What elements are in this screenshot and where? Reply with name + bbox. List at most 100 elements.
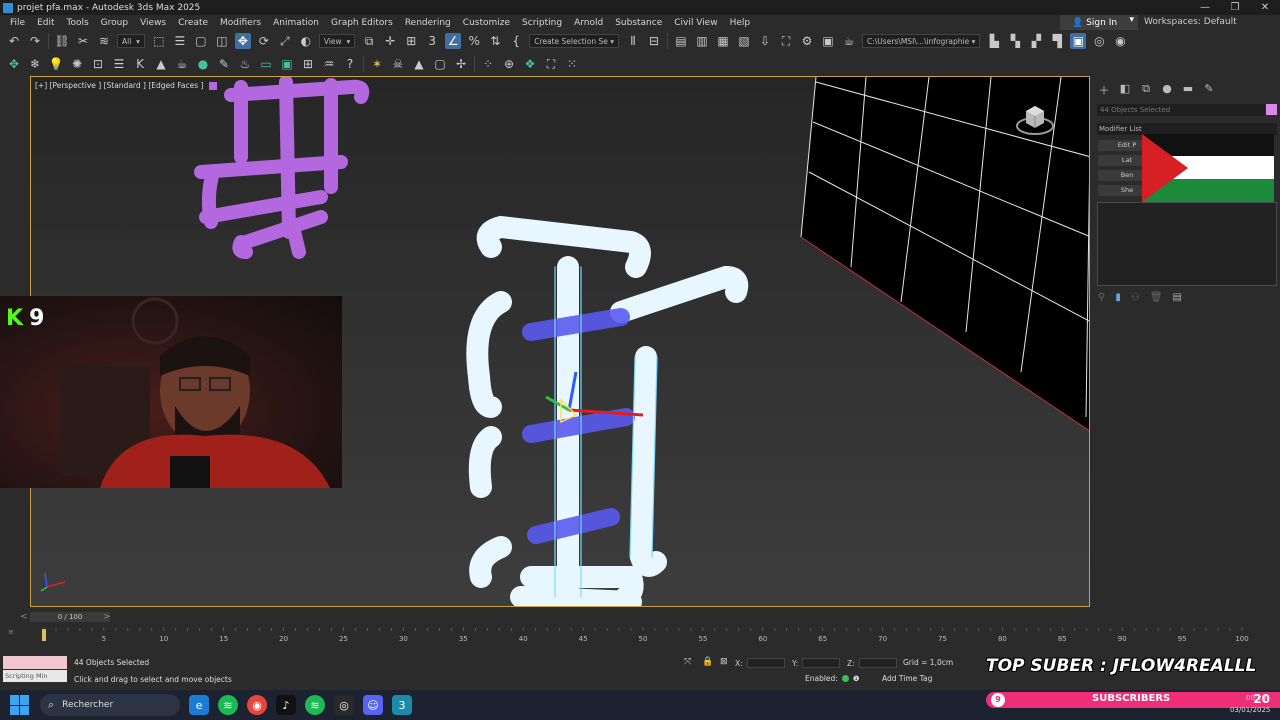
window-crossing-icon[interactable]: ◫ <box>214 33 230 49</box>
keyboard-shortcut-icon[interactable]: ⊞ <box>403 33 419 49</box>
create-project-icon[interactable]: ▞ <box>1028 33 1044 49</box>
scene-explorer-icon[interactable]: ▤ <box>673 33 689 49</box>
angle-snap-icon[interactable]: ∠ <box>445 33 462 49</box>
freeze-icon[interactable]: ❄ <box>27 56 43 72</box>
view-cube-icon[interactable] <box>1015 99 1055 139</box>
select-object-icon[interactable]: ⬚ <box>151 33 167 49</box>
track-bar-toggle-icon[interactable]: ≡ <box>8 628 14 636</box>
prev-frame-icon[interactable]: < <box>20 612 28 622</box>
spinner-snap-icon[interactable]: ⇅ <box>487 33 503 49</box>
curve-editor-icon[interactable]: ▧ <box>736 33 752 49</box>
frame-counter[interactable]: 0 / 100 <box>30 612 110 622</box>
edge-icon[interactable]: e <box>189 695 209 715</box>
project-path-dropdown[interactable]: C:\Users\MSI\...\infographie ▾ <box>862 34 981 48</box>
menu-scripting[interactable]: Scripting <box>522 18 562 28</box>
menu-rendering[interactable]: Rendering <box>405 18 451 28</box>
mirror-icon[interactable]: ⫴ <box>625 33 641 49</box>
discord-icon[interactable]: ☺ <box>363 695 383 715</box>
sun-icon[interactable]: ✺ <box>69 56 85 72</box>
box-icon[interactable]: ▭ <box>258 56 274 72</box>
menu-create[interactable]: Create <box>178 18 208 28</box>
obs-icon[interactable]: ◎ <box>334 695 354 715</box>
track-bar[interactable]: 0 5 10 15 20 25 30 35 40 45 50 55 60 65 70 75 80 85 90 95 10… <box>0 625 1280 645</box>
windows-start-icon[interactable] <box>10 695 30 715</box>
view-cube-icon[interactable]: ⊡ <box>90 56 106 72</box>
unlink-icon[interactable]: ✂ <box>75 33 91 49</box>
teapot-outline-icon[interactable]: ♒ <box>321 56 337 72</box>
menu-substance[interactable]: Substance <box>615 18 662 28</box>
lock-selection-icon[interactable]: 🔒 <box>702 657 713 667</box>
make-unique-icon[interactable]: ⚇ <box>1131 292 1140 303</box>
time-slider[interactable]: 0 / 100 < > <box>0 610 1280 624</box>
hierarchy-tab-icon[interactable]: ⧉ <box>1138 82 1154 96</box>
skull-icon[interactable]: ☠ <box>390 56 406 72</box>
dots-grid-icon[interactable]: ⁙ <box>564 56 580 72</box>
ribbon-toggle-icon[interactable]: ▦ <box>715 33 731 49</box>
render-icon[interactable]: ☕ <box>841 33 857 49</box>
menu-tools[interactable]: Tools <box>67 18 89 28</box>
place-icon[interactable]: ◐ <box>298 33 314 49</box>
add-time-tag[interactable]: Add Time Tag <box>882 674 932 683</box>
maximize-button[interactable]: ❐ <box>1220 0 1250 15</box>
display-tab-icon[interactable]: ▬ <box>1180 82 1196 96</box>
menu-civil-view[interactable]: Civil View <box>674 18 717 28</box>
link-icon[interactable]: ⛓ <box>54 33 70 49</box>
lamp-icon[interactable]: ♨ <box>237 56 253 72</box>
move-gizmo-icon[interactable]: ✢ <box>453 56 469 72</box>
help-icon[interactable]: ? <box>342 56 358 72</box>
modifier-stack[interactable] <box>1097 202 1277 286</box>
manipulate-icon[interactable]: ✛ <box>382 33 398 49</box>
z-coord-input[interactable] <box>858 658 897 668</box>
clock-date[interactable]: 03/01/2025 <box>1230 706 1270 714</box>
snap-points-icon[interactable]: ⁘ <box>480 56 496 72</box>
open-project-icon[interactable]: ▚ <box>1007 33 1023 49</box>
modify-tab-icon[interactable]: ◧ <box>1117 82 1133 96</box>
chrome-icon[interactable]: ◉ <box>247 695 267 715</box>
x-coord-input[interactable] <box>746 658 785 668</box>
workspaces-dropdown[interactable]: Workspaces: Default <box>1144 17 1237 27</box>
maxscript-mini-listener[interactable]: Scripting Min <box>3 670 67 682</box>
list-view-icon[interactable]: ☰ <box>111 56 127 72</box>
degradation-toggle-icon[interactable]: ❶ <box>853 674 860 683</box>
utilities-tab-icon[interactable]: ✎ <box>1201 82 1217 96</box>
absolute-mode-icon[interactable]: ⊠ <box>720 657 728 667</box>
motion-tab-icon[interactable]: ● <box>1159 82 1175 96</box>
clock-time[interactable]: 00:20 <box>1246 694 1266 702</box>
create-tab-icon[interactable]: ＋ <box>1096 82 1112 97</box>
select-move-icon[interactable]: ✥ <box>234 33 251 49</box>
remove-modifier-icon[interactable]: 🗑 <box>1150 292 1163 303</box>
crop-icon[interactable]: ⛶ <box>543 56 559 72</box>
taskbar-search[interactable]: ⌕ Rechercher <box>40 694 180 716</box>
menu-edit[interactable]: Edit <box>37 18 54 28</box>
sign-in-button[interactable]: 👤 Sign In ▾ <box>1060 15 1138 30</box>
select-by-name-icon[interactable]: ☰ <box>172 33 188 49</box>
3dsmax-taskbar-icon[interactable]: 3 <box>392 695 412 715</box>
target-icon[interactable]: ⊕ <box>501 56 517 72</box>
menu-graph-editors[interactable]: Graph Editors <box>331 18 393 28</box>
selected-rack-object[interactable] <box>466 215 749 606</box>
viewport-label[interactable]: [+] [Perspective ] [Standard ] [Edged Fa… <box>35 81 218 90</box>
object-name-field[interactable]: 44 Objects Selected <box>1097 104 1265 116</box>
selection-filter-dropdown[interactable]: All ▾ <box>117 34 145 48</box>
render-setup-icon[interactable]: ⚙ <box>799 33 815 49</box>
close-button[interactable]: ✕ <box>1250 0 1280 15</box>
menu-modifiers[interactable]: Modifiers <box>220 18 261 28</box>
help-circle-icon[interactable]: ◉ <box>1112 33 1128 49</box>
select-rotate-icon[interactable]: ⟳ <box>256 33 272 49</box>
project-folder-icon[interactable]: ▙ <box>986 33 1002 49</box>
arnold-render-icon[interactable]: ▢ <box>432 56 448 72</box>
project-settings-icon[interactable]: ▜ <box>1049 33 1065 49</box>
purple-rack-object[interactable] <box>194 77 370 259</box>
adaptive-degradation[interactable]: Enabled: ❶ <box>805 674 860 683</box>
spotify-icon[interactable]: ≋ <box>218 695 238 715</box>
isolate-selection-icon[interactable]: ⤧ <box>684 657 691 667</box>
redo-icon[interactable]: ↷ <box>27 33 43 49</box>
autodesk-account-icon[interactable]: ◎ <box>1091 33 1107 49</box>
named-selection-dropdown[interactable]: Create Selection Se ▾ <box>529 34 620 48</box>
menu-arnold[interactable]: Arnold <box>574 18 603 28</box>
star-icon[interactable]: ✶ <box>369 56 385 72</box>
menu-help[interactable]: Help <box>730 18 751 28</box>
bind-space-warp-icon[interactable]: ≋ <box>96 33 112 49</box>
spotify-alt-icon[interactable]: ≋ <box>305 695 325 715</box>
display-toggle-icon[interactable]: ▣ <box>1070 33 1087 49</box>
